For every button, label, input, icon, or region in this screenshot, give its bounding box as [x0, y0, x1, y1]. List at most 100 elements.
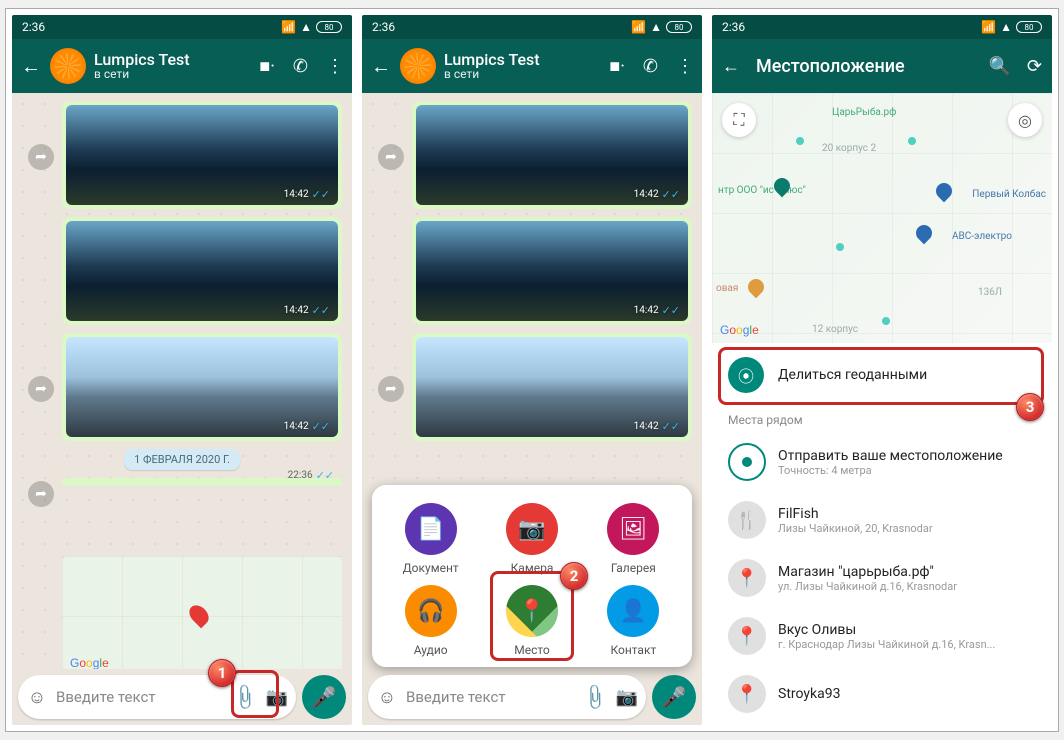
- forward-icon[interactable]: ➦: [378, 376, 404, 402]
- battery-icon: 80: [1016, 21, 1042, 33]
- more-icon[interactable]: ⋮: [676, 56, 694, 77]
- nearby-header: Места рядом: [712, 407, 1052, 433]
- signal-icon: 📶: [981, 20, 996, 34]
- camera-icon[interactable]: 📷: [614, 687, 640, 708]
- forward-icon[interactable]: ➦: [28, 144, 54, 170]
- msg-time: 14:42: [284, 189, 309, 200]
- message-image[interactable]: 14:42✓✓: [412, 217, 692, 325]
- message-image[interactable]: 14:42✓✓: [62, 217, 342, 325]
- attach-document[interactable]: 📄Документ: [380, 503, 481, 575]
- location-icon: 📍: [506, 585, 558, 637]
- google-logo: Google: [720, 323, 759, 337]
- read-ticks-icon: ✓✓: [312, 420, 330, 433]
- message-image[interactable]: ➦ 14:42✓✓: [62, 101, 342, 209]
- text-input[interactable]: ☺ Введите текст 📎 📷: [368, 675, 646, 719]
- place-item[interactable]: 🍴 FilFishЛизы Чайкиной, 20, Krasnodar: [712, 491, 1052, 549]
- attach-contact[interactable]: 👤Контакт: [583, 585, 684, 657]
- read-ticks-icon: ✓✓: [316, 469, 334, 482]
- video-call-icon[interactable]: ■·: [259, 56, 275, 77]
- back-icon[interactable]: ←: [722, 56, 740, 77]
- forward-icon[interactable]: ➦: [28, 376, 54, 402]
- voice-call-icon[interactable]: ✆: [293, 56, 308, 77]
- battery-icon: 80: [666, 21, 692, 33]
- refresh-icon[interactable]: ⟳: [1027, 56, 1042, 77]
- my-location-icon[interactable]: ◎: [1008, 103, 1042, 137]
- chat-title: Lumpics Test: [444, 51, 601, 69]
- attach-location[interactable]: 📍Место: [481, 585, 582, 657]
- fullscreen-icon[interactable]: ⛶: [722, 103, 756, 137]
- battery-icon: 80: [316, 21, 342, 33]
- location-list[interactable]: ⦿ Делиться геоданными Места рядом Отправ…: [712, 343, 1052, 725]
- place-item[interactable]: 📍 Stroyka93: [712, 665, 1052, 723]
- avatar[interactable]: [400, 48, 436, 84]
- attach-camera[interactable]: 📷Камера: [481, 503, 582, 575]
- map-label: 12 корпус: [812, 324, 858, 335]
- attach-audio[interactable]: 🎧Аудио: [380, 585, 481, 657]
- read-ticks-icon: ✓✓: [312, 304, 330, 317]
- audio-icon: 🎧: [405, 585, 457, 637]
- forward-icon[interactable]: ➦: [28, 481, 54, 507]
- read-ticks-icon: ✓✓: [662, 188, 680, 201]
- emoji-icon[interactable]: ☺: [374, 687, 400, 708]
- place-item[interactable]: 📍 Магазин "царьрыба.рф"ул. Лизы Чайкиной…: [712, 549, 1052, 607]
- mic-button[interactable]: 🎤: [302, 675, 346, 719]
- map-pin-icon: [745, 276, 768, 299]
- wifi-icon: ▲: [650, 20, 662, 34]
- chat-status: в сети: [94, 68, 251, 81]
- video-call-icon[interactable]: ■·: [609, 56, 625, 77]
- chat-title-block[interactable]: Lumpics Test в сети: [94, 51, 251, 82]
- chat-title: Lumpics Test: [94, 51, 251, 69]
- msg-time: 14:42: [634, 305, 659, 316]
- live-location-icon: ⦿: [728, 357, 764, 393]
- chat-body[interactable]: ➦ 14:42✓✓ 14:42✓✓ ➦ 14:42✓✓ 1 ФЕВРАЛЯ 20…: [12, 93, 352, 669]
- place-item[interactable]: 📍 Вкус Оливыг. Краснодар Лизы Чайкиной д…: [712, 607, 1052, 665]
- text-input[interactable]: ☺ Введите текст 📎 📷: [18, 675, 296, 719]
- share-live-location[interactable]: ⦿ Делиться геоданными: [712, 343, 1052, 407]
- message-image[interactable]: ➦ 14:42✓✓: [412, 333, 692, 441]
- emoji-icon[interactable]: ☺: [24, 687, 50, 708]
- camera-icon[interactable]: 📷: [264, 687, 290, 708]
- msg-time: 14:42: [284, 421, 309, 432]
- attach-gallery[interactable]: 🖼Галерея: [583, 503, 684, 575]
- status-time: 2:36: [372, 20, 395, 34]
- camera-icon: 📷: [506, 503, 558, 555]
- voice-call-icon[interactable]: ✆: [643, 56, 658, 77]
- back-icon[interactable]: ←: [20, 54, 42, 79]
- map[interactable]: ⛶ ◎ ЦарьРыба.рф 20 корпус 2 нтр ООО "ис …: [712, 93, 1052, 343]
- message-location[interactable]: ➦ Google 22:36✓✓: [62, 478, 342, 486]
- date-pill: 1 ФЕВРАЛЯ 2020 Г.: [124, 449, 240, 470]
- message-image[interactable]: ➦ 14:42✓✓: [412, 101, 692, 209]
- mic-button[interactable]: 🎤: [652, 675, 696, 719]
- msg-time: 14:42: [284, 305, 309, 316]
- send-current-location[interactable]: Отправить ваше местоположениеТочность: 4…: [712, 433, 1052, 491]
- status-time: 2:36: [22, 20, 45, 34]
- status-bar: 2:36 📶 ▲ 80: [712, 15, 1052, 39]
- attach-icon[interactable]: 📎: [228, 681, 261, 714]
- chat-title-block[interactable]: Lumpics Test в сети: [444, 51, 601, 82]
- forward-icon[interactable]: ➦: [378, 144, 404, 170]
- gallery-icon: 🖼: [607, 503, 659, 555]
- search-icon[interactable]: 🔍: [988, 56, 1010, 77]
- input-placeholder: Введите текст: [56, 688, 226, 706]
- avatar[interactable]: [50, 48, 86, 84]
- signal-icon: 📶: [281, 20, 296, 34]
- wifi-icon: ▲: [1000, 20, 1012, 34]
- status-time: 2:36: [722, 20, 745, 34]
- wifi-icon: ▲: [300, 20, 312, 34]
- map-poi-label: ЦарьРыба.рф: [832, 107, 896, 118]
- msg-time: 14:42: [634, 189, 659, 200]
- screen-attach: 2:36 📶 ▲ 80 ← Lumpics Test в сети ■· ✆ ⋮…: [362, 15, 702, 725]
- input-placeholder: Введите текст: [406, 688, 576, 706]
- msg-time: 22:36: [288, 470, 313, 481]
- map-pin-icon: [913, 222, 936, 245]
- map-label: 136Л: [978, 287, 1002, 298]
- signal-icon: 📶: [631, 20, 646, 34]
- place-icon: 🍴: [728, 501, 766, 539]
- read-ticks-icon: ✓✓: [662, 420, 680, 433]
- target-icon: [728, 443, 766, 481]
- more-icon[interactable]: ⋮: [326, 56, 344, 77]
- back-icon[interactable]: ←: [370, 54, 392, 79]
- read-ticks-icon: ✓✓: [312, 188, 330, 201]
- message-image[interactable]: ➦ 14:42✓✓: [62, 333, 342, 441]
- attach-icon[interactable]: 📎: [578, 681, 611, 714]
